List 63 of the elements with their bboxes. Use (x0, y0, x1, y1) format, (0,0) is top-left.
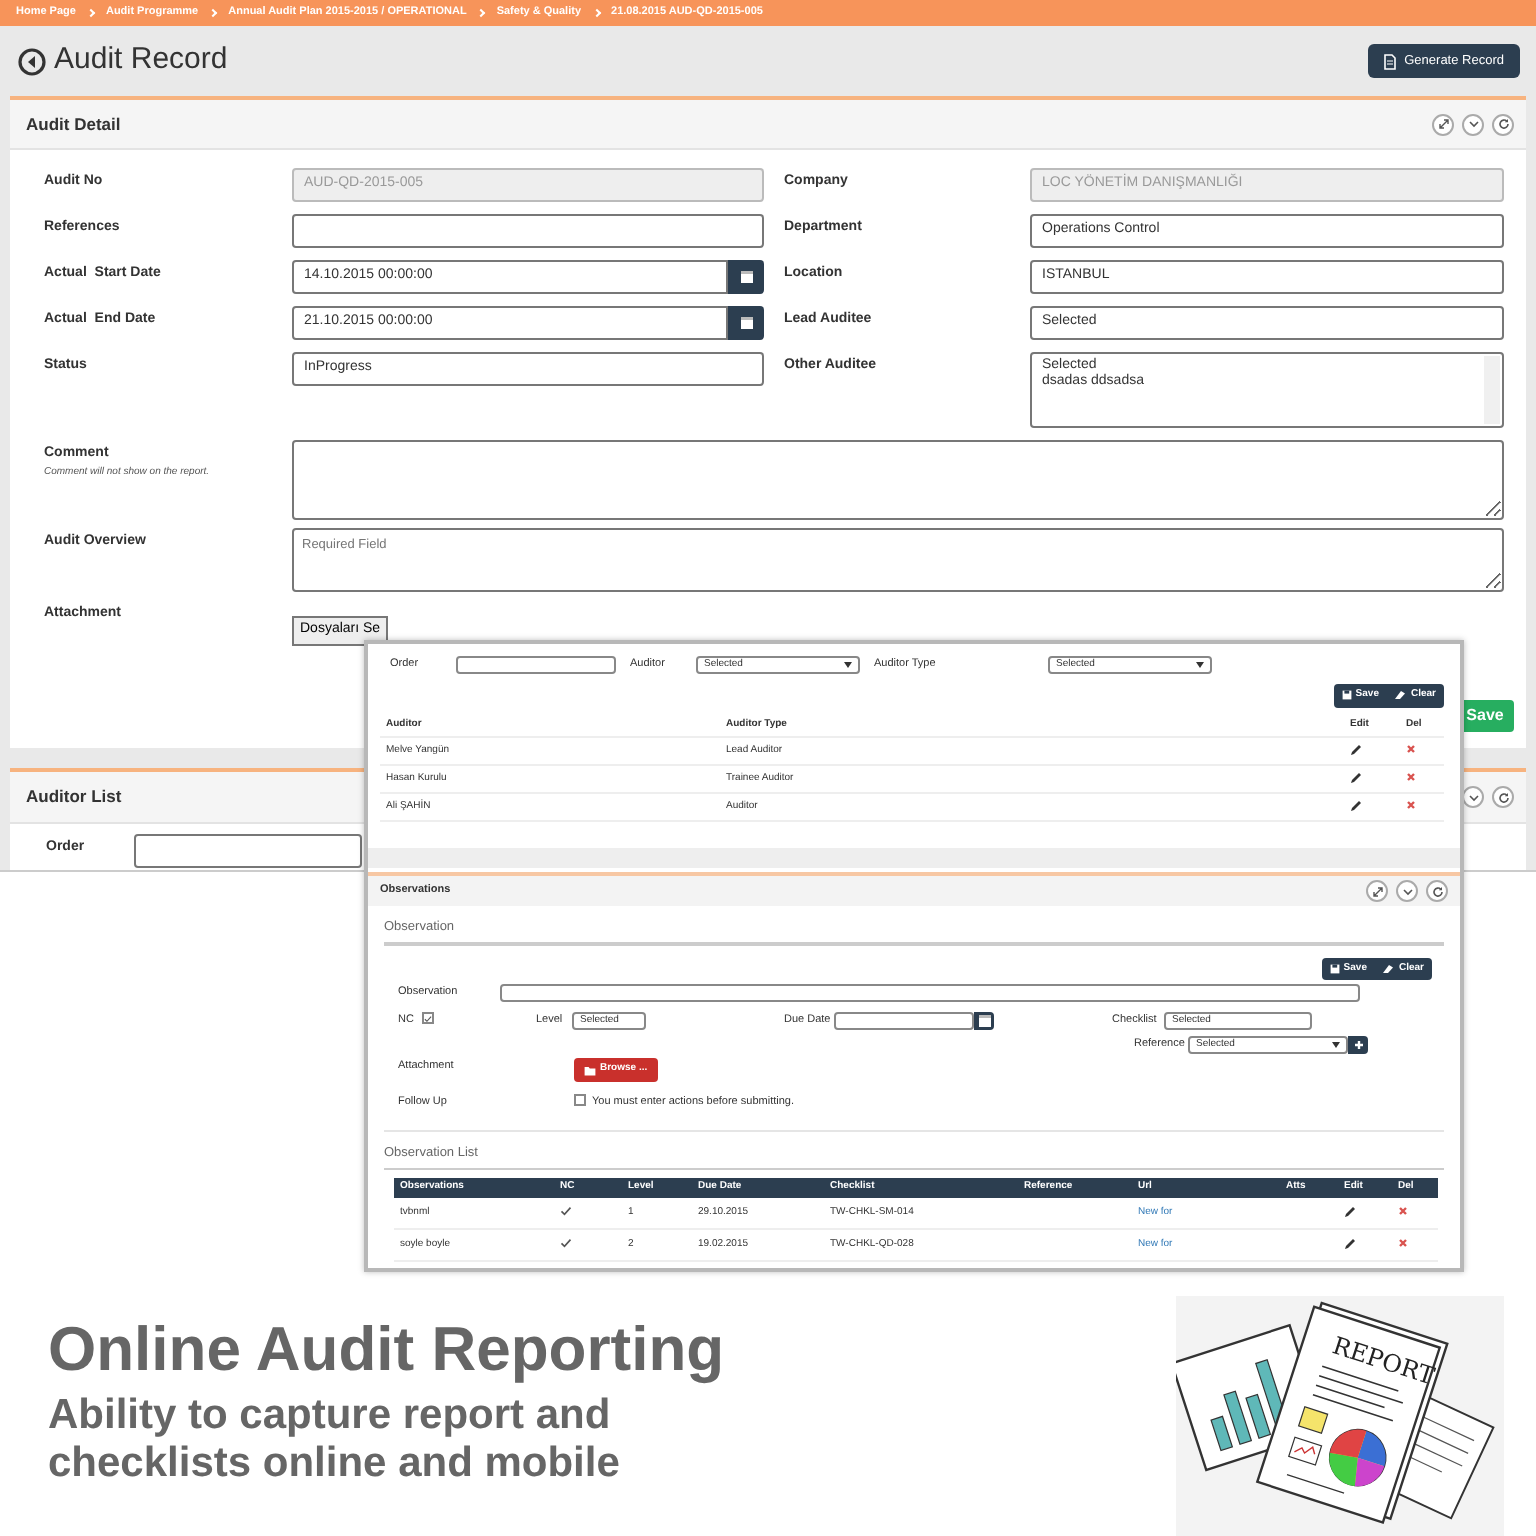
calendar-icon (739, 316, 753, 330)
edit-icon[interactable] (1350, 799, 1362, 812)
calendar-button[interactable] (974, 1012, 994, 1031)
refresh-button[interactable] (1492, 786, 1514, 808)
calendar-button[interactable] (728, 260, 764, 294)
floppy-disk-icon (1341, 690, 1352, 701)
back-icon[interactable] (18, 47, 46, 75)
checkbox[interactable] (574, 1093, 586, 1106)
delete-icon[interactable] (1406, 743, 1416, 754)
edit-icon[interactable] (1344, 1237, 1356, 1250)
expand-icon (1371, 885, 1383, 897)
delete-icon[interactable] (1398, 1205, 1408, 1216)
checkbox[interactable] (421, 1012, 434, 1025)
collapse-button[interactable] (1396, 880, 1418, 902)
date-field[interactable] (834, 1012, 974, 1031)
calendar-icon (977, 1014, 991, 1029)
input-field[interactable] (134, 834, 362, 868)
refresh-button[interactable] (1492, 113, 1514, 135)
text-area[interactable] (292, 440, 1504, 520)
panel-title: Audit Detail (26, 111, 121, 137)
collapse-button[interactable] (1462, 786, 1484, 808)
refresh-button[interactable] (1426, 880, 1448, 902)
panel-title: Auditor List (26, 784, 122, 810)
eraser-icon (1394, 690, 1407, 701)
separator-icon (477, 8, 486, 18)
separator-icon (591, 8, 601, 18)
collapse-button[interactable] (1462, 113, 1484, 135)
edit-icon[interactable] (1350, 771, 1362, 784)
eraser-icon (1382, 964, 1395, 974)
chevron-down-icon (1467, 793, 1479, 801)
refresh-icon (1497, 118, 1509, 130)
expand-button[interactable] (1432, 113, 1454, 135)
chevron-down-icon (1401, 887, 1413, 895)
refresh-icon (1497, 791, 1509, 803)
calendar-button[interactable] (728, 306, 764, 340)
scrollbar[interactable] (1484, 356, 1500, 424)
caret-icon (1332, 1042, 1340, 1049)
separator-icon (86, 8, 96, 18)
add-button[interactable] (1348, 1036, 1368, 1055)
delete-icon[interactable] (1406, 771, 1416, 782)
edit-icon[interactable] (1350, 743, 1362, 756)
plus-icon (1353, 1040, 1363, 1051)
caret-icon (1196, 662, 1204, 668)
document-icon (1384, 53, 1397, 69)
floppy-disk-icon (1329, 964, 1340, 974)
check-icon (423, 1013, 432, 1024)
expand-button[interactable] (1366, 880, 1388, 902)
separator-icon (209, 8, 218, 18)
expand-icon (1437, 118, 1449, 130)
page-title: Audit Record (54, 40, 228, 81)
edit-icon[interactable] (1344, 1205, 1356, 1218)
delete-icon[interactable] (1406, 799, 1416, 810)
refresh-icon (1431, 885, 1443, 897)
delete-icon[interactable] (1398, 1238, 1408, 1249)
input-field[interactable] (456, 656, 616, 674)
headline: Online Audit Reporting (48, 1316, 727, 1385)
subheadline: Ability to capture report and checklists online and mobile (48, 1392, 622, 1489)
chevron-down-icon (1467, 120, 1479, 128)
folder-icon (584, 1065, 596, 1075)
caret-icon (844, 662, 852, 668)
input-field[interactable] (500, 984, 1360, 1003)
input-field[interactable] (292, 214, 764, 248)
calendar-icon (739, 270, 753, 284)
